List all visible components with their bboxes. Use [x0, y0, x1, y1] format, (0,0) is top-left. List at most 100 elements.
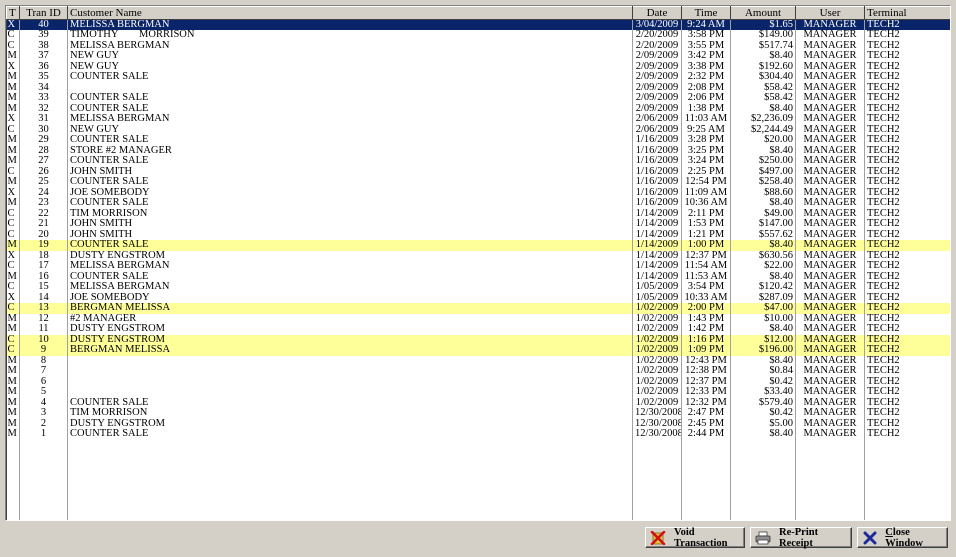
table-row[interactable]: M 16 COUNTER SALE 1/14/2009 11:53 AM $8.40 MAN… [6, 271, 950, 282]
terminal-cell: TECH2 [864, 345, 950, 356]
customer-name-cell: STORE #2 MANAGER [67, 145, 633, 156]
user-cell: MANAGER [795, 271, 865, 282]
column-header-amount[interactable]: Amount [730, 6, 796, 20]
type-cell: C [6, 40, 20, 51]
table-row[interactable]: M 33 COUNTER SALE 2/09/2009 2:06 PM $58.42 MAN… [6, 93, 950, 104]
amount-cell: $147.00 [730, 219, 796, 230]
table-row[interactable]: C 26 JOHN SMITH 1/16/2009 2:25 PM $497.00 MANA… [6, 166, 950, 177]
customer-name-cell: TIM MORRISON [67, 208, 633, 219]
table-row[interactable]: C 10 DUSTY ENGSTROM 1/02/2009 1:16 PM $12.00 M… [6, 334, 950, 345]
type-cell: M [6, 103, 20, 114]
user-cell: MANAGER [795, 187, 865, 198]
table-row[interactable]: X 18 DUSTY ENGSTROM 1/14/2009 12:37 PM $630.5… [6, 250, 950, 261]
user-cell: MANAGER [795, 177, 865, 188]
close-window-button[interactable]: Close Window [857, 527, 948, 549]
table-row[interactable]: C 20 JOHN SMITH 1/14/2009 1:21 PM $557.62 MANA… [6, 229, 950, 240]
user-cell: MANAGER [795, 51, 865, 62]
table-row[interactable]: M 8 1/02/2009 12:43 PM $8.40 MANAGER TECH2 [6, 355, 950, 366]
table-row[interactable]: X 24 JOE SOMEBODY 1/16/2009 11:09 AM $88.60 MA… [6, 187, 950, 198]
table-row[interactable]: M 4 COUNTER SALE 1/02/2009 12:32 PM $579.40 MA… [6, 397, 950, 408]
customer-name-cell: COUNTER SALE [67, 72, 633, 83]
tran-id-cell: 24 [19, 187, 68, 198]
time-cell: 2:32 PM [681, 72, 731, 83]
time-cell: 11:53 AM [681, 271, 731, 282]
column-header-type[interactable]: T [6, 6, 20, 20]
table-row[interactable]: M 37 NEW GUY 2/09/2009 3:42 PM $8.40 MANAGER TE… [6, 51, 950, 62]
terminal-cell: TECH2 [864, 30, 950, 41]
tran-id-cell: 38 [19, 40, 68, 51]
date-cell: 12/30/2008 [632, 418, 682, 429]
tran-id-cell: 26 [19, 166, 68, 177]
table-row[interactable]: C 21 JOHN SMITH 1/14/2009 1:53 PM $147.00 MANA… [6, 219, 950, 230]
table-row[interactable]: M 29 COUNTER SALE 1/16/2009 3:28 PM $20.00 MAN… [6, 135, 950, 146]
table-row[interactable]: M 11 DUSTY ENGSTROM 1/02/2009 1:42 PM $8.40 MA… [6, 324, 950, 335]
reprint-receipt-label: Re-Print Receipt [779, 526, 819, 549]
table-row[interactable]: C 30 NEW GUY 2/06/2009 9:25 AM $2,244.49 MANAG… [6, 124, 950, 135]
customer-name-cell: COUNTER SALE [67, 240, 633, 251]
terminal-cell: TECH2 [864, 187, 950, 198]
table-row[interactable]: C 15 MELISSA BERGMAN 1/05/2009 3:54 PM $120.4… [6, 282, 950, 293]
table-row[interactable]: M 7 1/02/2009 12:38 PM $0.84 MANAGER TECH2 [6, 366, 950, 377]
reprint-receipt-button[interactable]: Re-Print Receipt [750, 526, 852, 549]
table-row[interactable]: M 28 STORE #2 MANAGER 1/16/2009 3:25 PM $8.40… [6, 145, 950, 156]
user-cell: MANAGER [795, 345, 865, 356]
customer-name-cell: MELISSA BERGMAN [67, 261, 633, 272]
customer-name-cell: COUNTER SALE [67, 93, 633, 104]
table-row[interactable]: M 34 2/09/2009 2:08 PM $58.42 MANAGER TECH2 [6, 82, 950, 93]
column-header-customer-name[interactable]: Customer Name [67, 6, 633, 20]
column-header-terminal[interactable]: Terminal [864, 6, 950, 20]
table-row[interactable]: M 3 TIM MORRISON 12/30/2008 2:47 PM $0.42 MANA… [6, 408, 950, 419]
table-row[interactable]: C 39 TIMOTHY MORRISON 2/20/2009 3:58 PM $149.… [6, 30, 950, 41]
table-row[interactable]: X 14 JOE SOMEBODY 1/05/2009 10:33 AM $287.09 M… [6, 292, 950, 303]
table-row[interactable]: M 25 COUNTER SALE 1/16/2009 12:54 PM $258.40 M… [6, 177, 950, 188]
terminal-cell: TECH2 [864, 408, 950, 419]
date-cell: 2/06/2009 [632, 124, 682, 135]
table-row[interactable]: M 2 DUSTY ENGSTROM 12/30/2008 2:45 PM $5.00 MA… [6, 418, 950, 429]
table-row[interactable]: M 27 COUNTER SALE 1/16/2009 3:24 PM $250.00 MA… [6, 156, 950, 167]
type-cell: C [6, 282, 20, 293]
table-row[interactable]: M 1 COUNTER SALE 12/30/2008 2:44 PM $8.40 MANA… [6, 429, 950, 440]
table-row[interactable]: C 17 MELISSA BERGMAN 1/14/2009 11:54 AM $22.0… [6, 261, 950, 272]
table-row[interactable]: C 22 TIM MORRISON 1/14/2009 2:11 PM $49.00 MAN… [6, 208, 950, 219]
table-row[interactable]: M 19 COUNTER SALE 1/14/2009 1:00 PM $8.40 MANA… [6, 240, 950, 251]
table-row[interactable]: C 13 BERGMAN MELISSA 1/02/2009 2:00 PM $47.00… [6, 303, 950, 314]
terminal-cell: TECH2 [864, 292, 950, 303]
terminal-cell: TECH2 [864, 19, 950, 30]
void-transaction-button[interactable]: Void Transaction [645, 527, 745, 549]
column-header-user[interactable]: User [795, 6, 865, 20]
date-cell: 1/05/2009 [632, 282, 682, 293]
table-row[interactable]: C 9 BERGMAN MELISSA 1/02/2009 1:09 PM $196.00… [6, 345, 950, 356]
time-cell: 12:38 PM [681, 366, 731, 377]
time-cell: 3:25 PM [681, 145, 731, 156]
table-row[interactable]: M 32 COUNTER SALE 2/09/2009 1:38 PM $8.40 MANA… [6, 103, 950, 114]
user-cell: MANAGER [795, 418, 865, 429]
table-row[interactable]: X 36 NEW GUY 2/09/2009 3:38 PM $192.60 MANAGER… [6, 61, 950, 72]
column-header-date[interactable]: Date [632, 6, 682, 20]
table-row[interactable]: M 6 1/02/2009 12:37 PM $0.42 MANAGER TECH2 [6, 376, 950, 387]
user-cell: MANAGER [795, 82, 865, 93]
table-row[interactable]: X 31 MELISSA BERGMAN 2/06/2009 11:03 AM $2,23… [6, 114, 950, 125]
table-row[interactable]: M 5 1/02/2009 12:33 PM $33.40 MANAGER TECH2 [6, 387, 950, 398]
date-cell: 1/14/2009 [632, 271, 682, 282]
tran-id-cell: 8 [19, 355, 68, 366]
user-cell: MANAGER [795, 208, 865, 219]
table-row[interactable]: M 35 COUNTER SALE 2/09/2009 2:32 PM $304.40 MA… [6, 72, 950, 83]
close-x-icon [862, 531, 877, 545]
terminal-cell: TECH2 [864, 240, 950, 251]
amount-cell: $0.84 [730, 366, 796, 377]
terminal-cell: TECH2 [864, 166, 950, 177]
transaction-grid[interactable]: T Tran ID Customer Name Date Time Amount… [5, 5, 951, 521]
amount-cell: $8.40 [730, 240, 796, 251]
table-row[interactable]: M 23 COUNTER SALE 1/16/2009 10:36 AM $8.40 MAN… [6, 198, 950, 209]
terminal-cell: TECH2 [864, 261, 950, 272]
column-header-tran-id[interactable]: Tran ID [19, 6, 68, 20]
terminal-cell: TECH2 [864, 145, 950, 156]
user-cell: MANAGER [795, 19, 865, 30]
type-cell: M [6, 397, 20, 408]
date-cell: 1/02/2009 [632, 324, 682, 335]
table-row[interactable]: M 12 #2 MANAGER 1/02/2009 1:43 PM $10.00 MANAG… [6, 313, 950, 324]
tran-id-cell: 17 [19, 261, 68, 272]
column-header-time[interactable]: Time [681, 6, 731, 20]
table-row[interactable]: X 40 MELISSA BERGMAN 3/04/2009 9:24 AM $1.65 M… [6, 19, 950, 30]
table-row[interactable]: C 38 MELISSA BERGMAN 2/20/2009 3:55 PM $517.7… [6, 40, 950, 51]
